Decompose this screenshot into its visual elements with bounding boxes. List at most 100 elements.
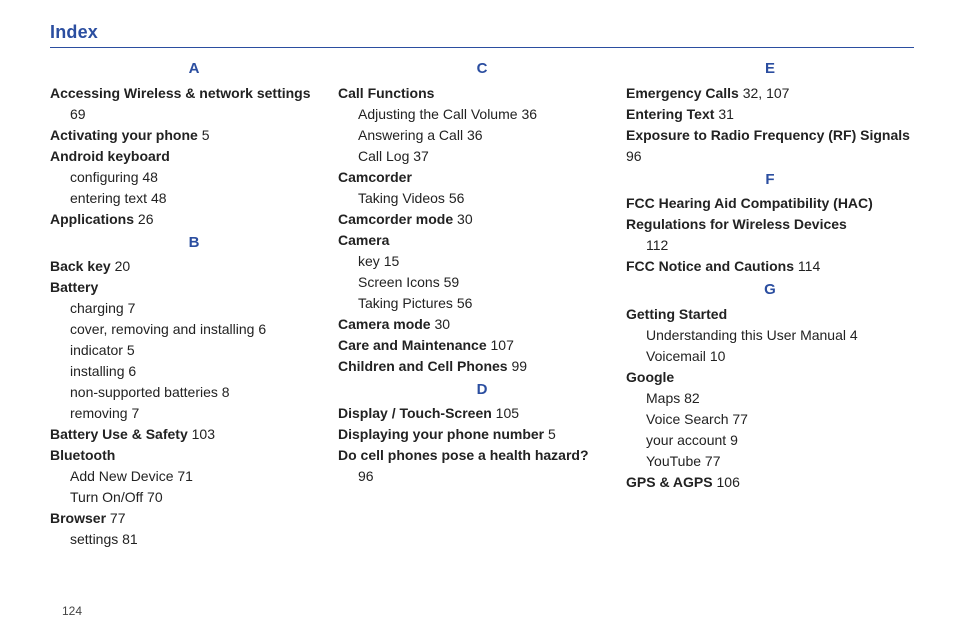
index-subentry-label: Maps xyxy=(646,390,680,406)
index-subentry: entering text 48 xyxy=(50,188,338,209)
index-subentry: Maps 82 xyxy=(626,388,914,409)
index-subentry-page: 6 xyxy=(128,363,136,379)
index-entry-label: Exposure to Radio Frequency (RF) Signals xyxy=(626,127,910,143)
index-subentry: indicator 5 xyxy=(50,340,338,361)
index-entry: Displaying your phone number 5 xyxy=(338,424,626,445)
index-entry-label: Children and Cell Phones xyxy=(338,358,508,374)
index-subentry-label: Voicemail xyxy=(646,348,706,364)
index-subentry: 69 xyxy=(50,104,338,125)
index-entry-page: 105 xyxy=(496,405,519,421)
index-entry-page: 20 xyxy=(115,258,131,274)
index-entry: Children and Cell Phones 99 xyxy=(338,356,626,377)
index-entry-label: Camcorder mode xyxy=(338,211,453,227)
index-entry-page: 77 xyxy=(110,510,126,526)
index-subentry-label: key xyxy=(358,253,380,269)
index-entry: GPS & AGPS 106 xyxy=(626,472,914,493)
index-entry-page: 30 xyxy=(457,211,473,227)
index-entry-label: Google xyxy=(626,369,674,385)
index-entry-label: Battery xyxy=(50,279,98,295)
index-entry: Camcorder mode 30 xyxy=(338,209,626,230)
index-letter: D xyxy=(338,379,626,402)
index-entry: FCC Hearing Aid Compatibility (HAC) Regu… xyxy=(626,193,914,235)
index-entry-page: 5 xyxy=(202,127,210,143)
index-entry-label: Call Functions xyxy=(338,85,434,101)
title-rule xyxy=(50,47,914,48)
index-subentry-label: 112 xyxy=(646,237,668,253)
index-entry-label: Camera xyxy=(338,232,389,248)
index-subentry-label: Taking Videos xyxy=(358,190,445,206)
index-subentry-label: Add New Device xyxy=(70,468,174,484)
index-subentry-label: Adjusting the Call Volume xyxy=(358,106,518,122)
index-subentry-label: installing xyxy=(70,363,124,379)
index-entry-label: Care and Maintenance xyxy=(338,337,487,353)
index-subentry-page: 10 xyxy=(710,348,726,364)
index-letter: F xyxy=(626,169,914,192)
index-subentry-page: 6 xyxy=(258,321,266,337)
index-subentry-page: 7 xyxy=(131,405,139,421)
index-subentry-label: 69 xyxy=(70,106,86,122)
index-subentry: your account 9 xyxy=(626,430,914,451)
index-subentry-label: your account xyxy=(646,432,726,448)
index-subentry: 96 xyxy=(338,466,626,487)
index-subentry-label: entering text xyxy=(70,190,147,206)
index-subentry-label: Taking Pictures xyxy=(358,295,453,311)
index-entry-label: Battery Use & Safety xyxy=(50,426,188,442)
index-entry-page: 107 xyxy=(491,337,514,353)
index-subentry-label: Turn On/Off xyxy=(70,489,143,505)
index-entry: Camcorder xyxy=(338,167,626,188)
index-subentry-page: 8 xyxy=(222,384,230,400)
index-entry-label: Browser xyxy=(50,510,106,526)
index-entry-label: Back key xyxy=(50,258,111,274)
index-subentry: charging 7 xyxy=(50,298,338,319)
index-subentry-label: Voice Search xyxy=(646,411,729,427)
index-subentry-page: 82 xyxy=(684,390,700,406)
index-subentry: Voicemail 10 xyxy=(626,346,914,367)
index-subentry-label: non-supported batteries xyxy=(70,384,218,400)
index-subentry: YouTube 77 xyxy=(626,451,914,472)
index-subentry-page: 77 xyxy=(732,411,748,427)
index-entry-label: Entering Text xyxy=(626,106,714,122)
index-entry-label: Camcorder xyxy=(338,169,412,185)
index-entry-label: Emergency Calls xyxy=(626,85,739,101)
index-subentry-page: 36 xyxy=(521,106,537,122)
index-entry: Battery Use & Safety 103 xyxy=(50,424,338,445)
index-subentry-page: 71 xyxy=(177,468,193,484)
index-entry-label: Do cell phones pose a health hazard? xyxy=(338,447,589,463)
index-letter: B xyxy=(50,232,338,255)
index-entry: Emergency Calls 32, 107 xyxy=(626,83,914,104)
index-subentry: Screen Icons 59 xyxy=(338,272,626,293)
index-entry-label: FCC Notice and Cautions xyxy=(626,258,794,274)
index-subentry: cover, removing and installing 6 xyxy=(50,319,338,340)
index-entry-page: 30 xyxy=(434,316,450,332)
index-subentry-label: Answering a Call xyxy=(358,127,463,143)
index-entry-label: Displaying your phone number xyxy=(338,426,544,442)
index-subentry: installing 6 xyxy=(50,361,338,382)
index-entry: Applications 26 xyxy=(50,209,338,230)
index-entry: Battery xyxy=(50,277,338,298)
index-entry: Back key 20 xyxy=(50,256,338,277)
index-subentry-page: 15 xyxy=(384,253,400,269)
index-subentry-label: Call Log xyxy=(358,148,409,164)
index-entry-label: Camera mode xyxy=(338,316,431,332)
index-entry: Call Functions xyxy=(338,83,626,104)
index-entry-page: 106 xyxy=(717,474,740,490)
index-subentry-label: settings xyxy=(70,531,118,547)
index-subentry-page: 77 xyxy=(705,453,721,469)
index-subentry-label: indicator xyxy=(70,342,123,358)
index-subentry-label: 96 xyxy=(358,468,374,484)
index-letter: C xyxy=(338,58,626,81)
index-entry: FCC Notice and Cautions 114 xyxy=(626,256,914,277)
index-subentry-label: charging xyxy=(70,300,124,316)
index-subentry: Turn On/Off 70 xyxy=(50,487,338,508)
index-subentry-label: removing xyxy=(70,405,128,421)
index-entry: Camera mode 30 xyxy=(338,314,626,335)
index-subentry-page: 4 xyxy=(850,327,858,343)
index-entry-page: 99 xyxy=(511,358,527,374)
index-entry-label: Getting Started xyxy=(626,306,727,322)
index-subentry-label: YouTube xyxy=(646,453,701,469)
index-entry-page: 103 xyxy=(192,426,215,442)
index-subentry: Answering a Call 36 xyxy=(338,125,626,146)
index-entry: Accessing Wireless & network settings xyxy=(50,83,338,104)
index-subentry-page: 36 xyxy=(467,127,483,143)
index-subentry: Add New Device 71 xyxy=(50,466,338,487)
